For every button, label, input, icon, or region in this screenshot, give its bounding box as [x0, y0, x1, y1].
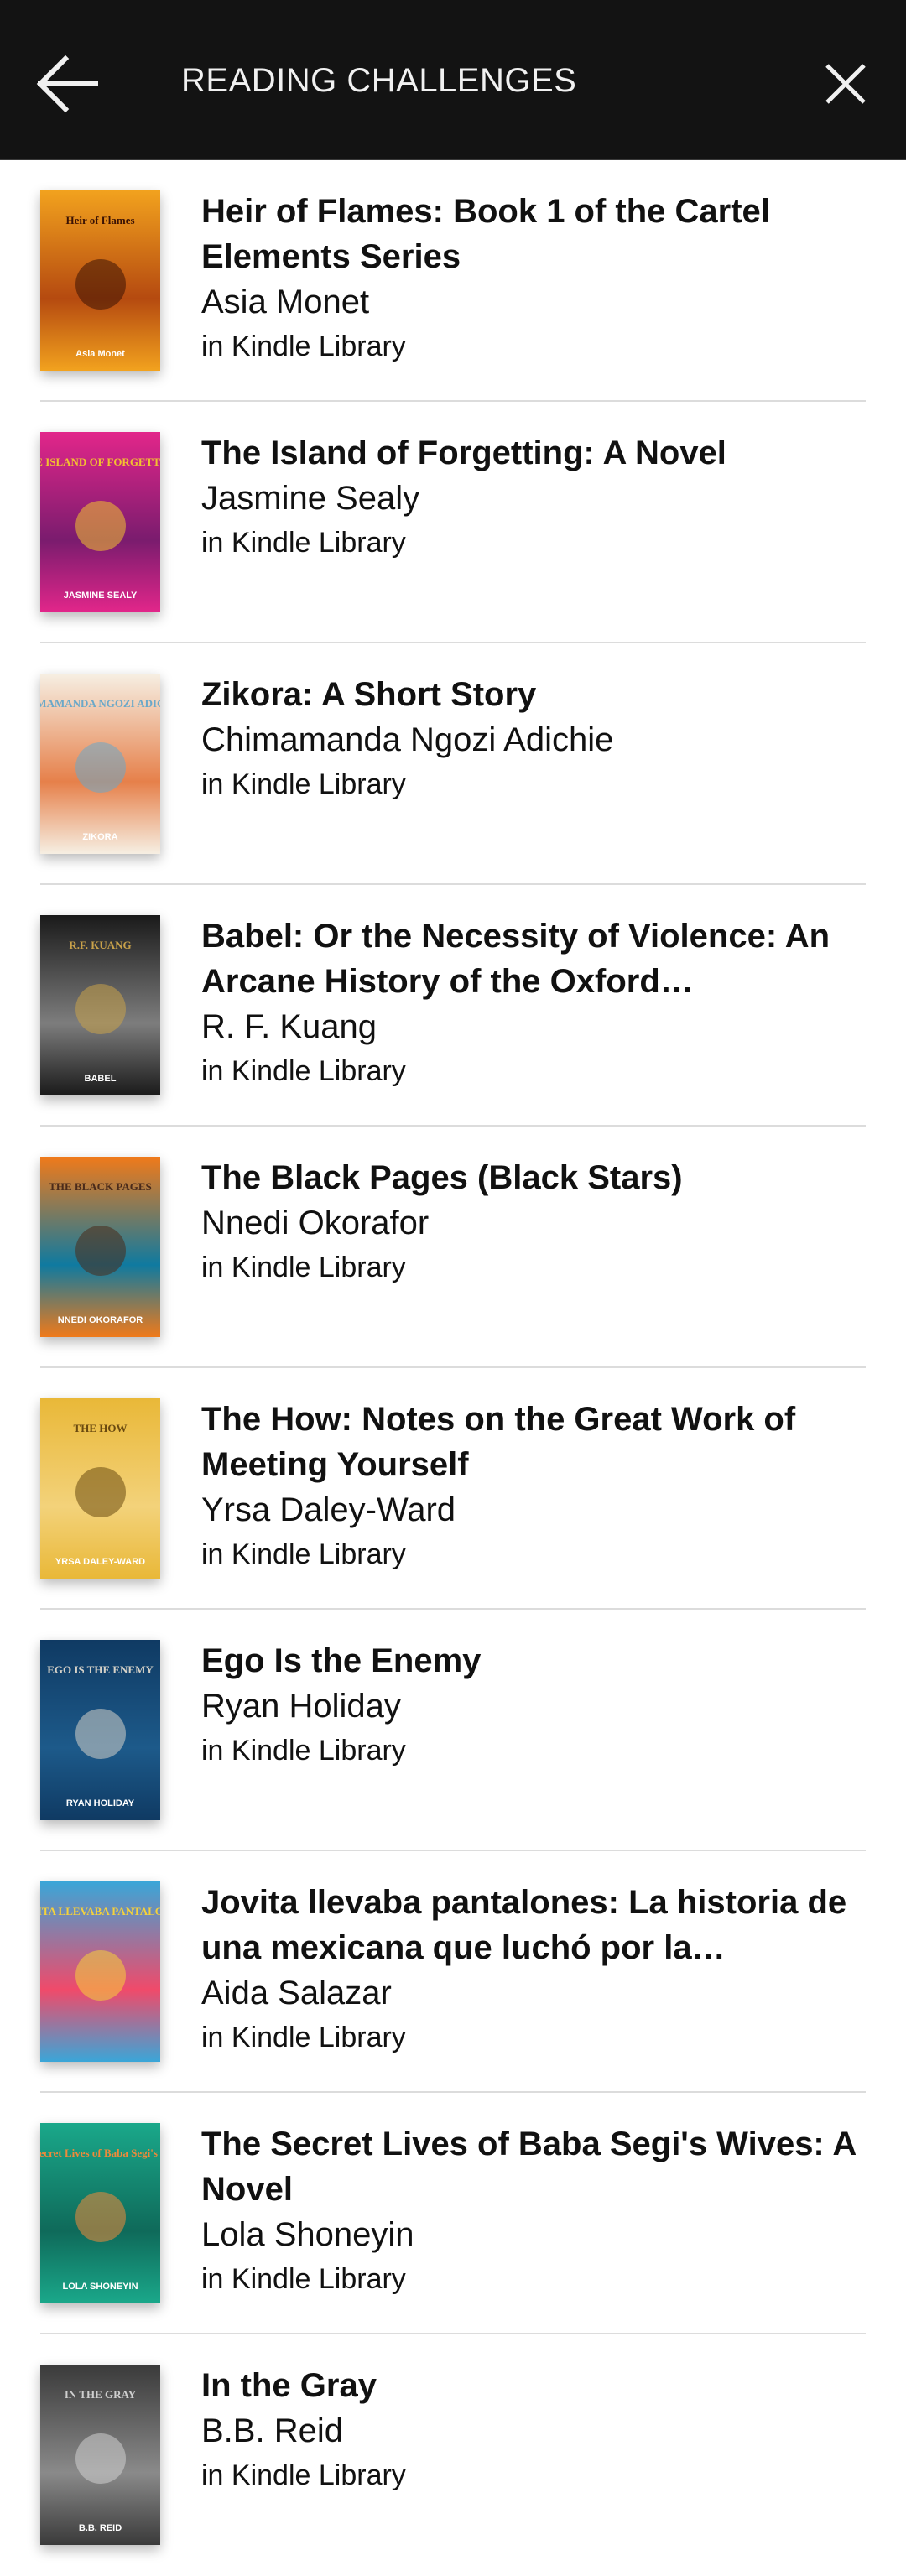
book-location: in Kindle Library — [201, 2263, 406, 2295]
cover-author-text: JASMINE SEALY — [64, 591, 138, 601]
book-cover-image[interactable]: THE ISLAND OF FORGETTING JASMINE SEALY — [40, 432, 160, 612]
cover-author-text: NNEDI OKORAFOR — [58, 1315, 143, 1325]
book-title[interactable]: The How: Notes on the Great Work of Meet… — [201, 1397, 856, 1487]
book-cover-art: THE ISLAND OF FORGETTING JASMINE SEALY — [40, 432, 160, 612]
arrow-left-icon — [36, 55, 98, 113]
book-info: The Secret Lives of Baba Segi's Wives: A… — [201, 2121, 856, 2301]
book-author: B.B. Reid — [201, 2412, 343, 2449]
book-info: The Island of Forgetting: A Novel Jasmine… — [201, 430, 856, 565]
cover-title-text: JOVITA LLEVABA PANTALONES — [40, 1905, 160, 1918]
book-info: Jovita llevaba pantalones: La historia d… — [201, 1880, 856, 2059]
book-location: in Kindle Library — [201, 1252, 406, 1283]
book-cover-image[interactable]: IN THE GRAY B.B. REID — [40, 2365, 160, 2545]
cover-title-text: THE BLACK PAGES — [49, 1180, 152, 1193]
page-title: READING CHALLENGES — [181, 62, 577, 99]
book-title[interactable]: Babel: Or the Necessity of Violence: An … — [201, 913, 856, 1004]
book-list-item[interactable]: JOVITA LLEVABA PANTALONES Jovita llevaba … — [0, 1851, 906, 2093]
cover-author-text: Asia Monet — [76, 349, 125, 359]
book-author: Ryan Holiday — [201, 1688, 401, 1725]
book-cover-image[interactable]: EGO IS THE ENEMY RYAN HOLIDAY — [40, 1640, 160, 1820]
book-author: Jasmine Sealy — [201, 480, 420, 517]
top-app-bar: READING CHALLENGES — [0, 0, 906, 160]
book-cover-art: Heir of Flames Asia Monet — [40, 190, 160, 371]
book-title[interactable]: In the Gray — [201, 2363, 856, 2408]
cover-title-text: Heir of Flames — [65, 214, 134, 226]
book-cover-art: CHIMAMANDA NGOZI ADICHIE ZIKORA — [40, 674, 160, 854]
book-list-item[interactable]: IN THE GRAY B.B. REID In the Gray B.B. Reid… — [0, 2334, 906, 2576]
book-cover-art: IN THE GRAY B.B. REID — [40, 2365, 160, 2545]
book-list-item[interactable]: CHIMAMANDA NGOZI ADICHIE ZIKORA Zikora: A … — [0, 643, 906, 885]
cover-author-text: LOLA SHONEYIN — [62, 2282, 138, 2292]
book-location: in Kindle Library — [201, 768, 406, 800]
book-info: The How: Notes on the Great Work of Meet… — [201, 1397, 856, 1576]
book-author: R. F. Kuang — [201, 1008, 378, 1045]
book-author: Lola Shoneyin — [201, 2216, 414, 2253]
book-location: in Kindle Library — [201, 2022, 406, 2053]
book-list-item[interactable]: THE BLACK PAGES NNEDI OKORAFOR The Black P… — [0, 1127, 906, 1368]
book-location: in Kindle Library — [201, 1055, 406, 1087]
book-cover-art: JOVITA LLEVABA PANTALONES — [40, 1881, 160, 2062]
book-list: Heir of Flames Asia Monet Heir of Flames: … — [0, 160, 906, 2576]
cover-title-text: THE HOW — [74, 1422, 128, 1434]
cover-title-text: EGO IS THE ENEMY — [47, 1663, 154, 1676]
book-list-item[interactable]: The Secret Lives of Baba Segi's Wives LOL… — [0, 2093, 906, 2334]
cover-author-text: B.B. REID — [79, 2523, 122, 2533]
cover-title-text: The Secret Lives of Baba Segi's Wives — [40, 2147, 160, 2159]
book-title[interactable]: Zikora: A Short Story — [201, 672, 856, 717]
cover-title-text: R.F. KUANG — [69, 939, 131, 951]
book-cover-image[interactable]: The Secret Lives of Baba Segi's Wives LOL… — [40, 2123, 160, 2303]
book-title[interactable]: The Black Pages (Black Stars) — [201, 1155, 856, 1200]
book-title[interactable]: Heir of Flames: Book 1 of the Cartel Ele… — [201, 189, 856, 279]
book-info: Heir of Flames: Book 1 of the Cartel Ele… — [201, 189, 856, 368]
book-cover-image[interactable]: JOVITA LLEVABA PANTALONES — [40, 1881, 160, 2062]
cover-author-text: BABEL — [85, 1074, 117, 1084]
book-cover-art: EGO IS THE ENEMY RYAN HOLIDAY — [40, 1640, 160, 1820]
book-list-item[interactable]: THE ISLAND OF FORGETTING JASMINE SEALY The… — [0, 402, 906, 643]
book-cover-art: THE BLACK PAGES NNEDI OKORAFOR — [40, 1157, 160, 1337]
book-location: in Kindle Library — [201, 330, 406, 362]
book-info: Ego Is the Enemy Ryan Holiday in Kindle Li… — [201, 1638, 856, 1772]
book-list-item[interactable]: THE HOW YRSA DALEY-WARD The How: Notes on … — [0, 1368, 906, 1610]
book-cover-art: The Secret Lives of Baba Segi's Wives LOL… — [40, 2123, 160, 2303]
book-cover-image[interactable]: THE HOW YRSA DALEY-WARD — [40, 1398, 160, 1579]
cover-author-text: ZIKORA — [82, 832, 117, 842]
back-button[interactable] — [34, 52, 101, 116]
book-location: in Kindle Library — [201, 527, 406, 559]
book-list-item[interactable]: EGO IS THE ENEMY RYAN HOLIDAY Ego Is the E… — [0, 1610, 906, 1851]
book-title[interactable]: The Island of Forgetting: A Novel — [201, 430, 856, 476]
book-info: In the Gray B.B. Reid in Kindle Library — [201, 2363, 856, 2497]
book-location: in Kindle Library — [201, 2459, 406, 2491]
book-info: Babel: Or the Necessity of Violence: An … — [201, 913, 856, 1093]
close-button[interactable] — [822, 60, 869, 107]
book-author: Aida Salazar — [201, 1975, 392, 2011]
book-info: Zikora: A Short Story Chimamanda Ngozi Ad… — [201, 672, 856, 806]
cover-title-text: CHIMAMANDA NGOZI ADICHIE — [40, 697, 160, 710]
cover-author-text: YRSA DALEY-WARD — [55, 1557, 145, 1567]
book-author: Asia Monet — [201, 284, 370, 320]
cover-author-text: RYAN HOLIDAY — [66, 1798, 135, 1808]
book-list-item[interactable]: Heir of Flames Asia Monet Heir of Flames: … — [0, 160, 906, 402]
book-location: in Kindle Library — [201, 1735, 406, 1767]
book-info: The Black Pages (Black Stars) Nnedi Okora… — [201, 1155, 856, 1289]
book-cover-image[interactable]: CHIMAMANDA NGOZI ADICHIE ZIKORA — [40, 674, 160, 854]
book-cover-image[interactable]: R.F. KUANG BABEL — [40, 915, 160, 1095]
book-author: Chimamanda Ngozi Adichie — [201, 721, 614, 758]
book-cover-art: R.F. KUANG BABEL — [40, 915, 160, 1095]
cover-title-text: IN THE GRAY — [65, 2388, 137, 2401]
book-title[interactable]: Jovita llevaba pantalones: La historia d… — [201, 1880, 856, 1970]
book-title[interactable]: Ego Is the Enemy — [201, 1638, 856, 1684]
book-cover-image[interactable]: THE BLACK PAGES NNEDI OKORAFOR — [40, 1157, 160, 1337]
book-cover-art: THE HOW YRSA DALEY-WARD — [40, 1398, 160, 1579]
book-author: Yrsa Daley-Ward — [201, 1491, 456, 1528]
book-cover-image[interactable]: Heir of Flames Asia Monet — [40, 190, 160, 371]
book-title[interactable]: The Secret Lives of Baba Segi's Wives: A… — [201, 2121, 856, 2212]
cover-title-text: THE ISLAND OF FORGETTING — [40, 455, 160, 468]
book-location: in Kindle Library — [201, 1538, 406, 1570]
book-author: Nnedi Okorafor — [201, 1205, 430, 1241]
close-icon — [825, 64, 866, 104]
book-list-item[interactable]: R.F. KUANG BABEL Babel: Or the Necessity o… — [0, 885, 906, 1127]
